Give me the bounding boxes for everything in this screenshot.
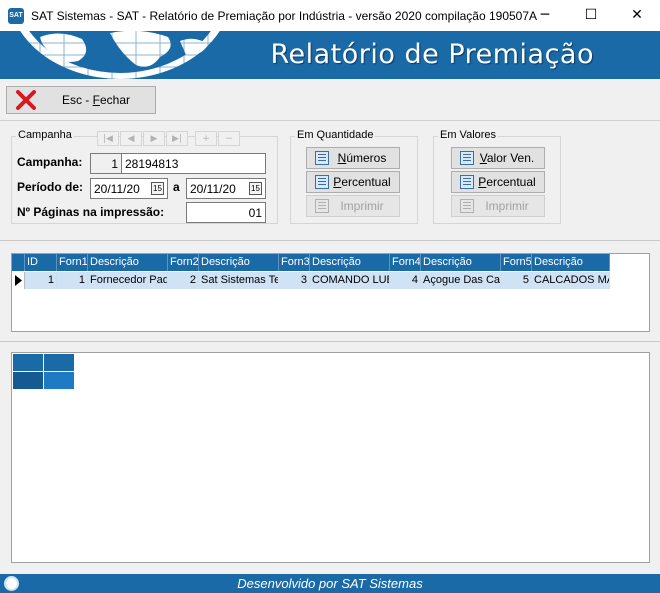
status-footer: Desenvolvido por SAT Sistemas: [0, 574, 660, 593]
valores-group-title: Em Valores: [438, 129, 499, 141]
grid-tile: [44, 354, 74, 371]
minimize-button[interactable]: ─: [522, 0, 568, 30]
date-to-field[interactable]: 20/11/20 15: [186, 178, 266, 199]
window-title: SAT Sistemas - SAT - Relatório de Premia…: [31, 8, 538, 23]
column-header[interactable]: Descrição: [421, 254, 501, 271]
table-cell[interactable]: 2: [168, 272, 199, 289]
column-header[interactable]: Forn3: [279, 254, 310, 271]
grid-header-indicator: [12, 254, 25, 271]
column-header[interactable]: Forn5: [501, 254, 532, 271]
header-banner: Relatório de Premiação: [0, 31, 660, 79]
table-cell[interactable]: Açogue Das Ca: [421, 272, 501, 289]
calendar-icon[interactable]: 15: [249, 182, 262, 195]
table-cell[interactable]: 4: [390, 272, 421, 289]
app-icon: SAT: [8, 7, 24, 24]
premiacao-grid[interactable]: ID Forn1 Descrição Forn2 Descrição Forn3…: [11, 253, 650, 332]
last-record-button[interactable]: ▶|: [166, 131, 188, 146]
prev-record-button[interactable]: ◀: [120, 131, 142, 146]
column-header[interactable]: Forn2: [168, 254, 199, 271]
toolbar: Esc - Fechar: [0, 79, 660, 121]
esc-close-button[interactable]: Esc - Fechar: [6, 86, 156, 114]
grid-tile: [13, 372, 43, 389]
grid-tile: [13, 354, 43, 371]
column-header[interactable]: Forn4: [390, 254, 421, 271]
column-header[interactable]: Descrição: [88, 254, 168, 271]
footer-text: Desenvolvido por SAT Sistemas: [237, 576, 423, 591]
banner-title: Relatório de Premiação: [270, 39, 594, 70]
numeros-button[interactable]: Números: [306, 147, 400, 169]
column-header[interactable]: Descrição: [532, 254, 610, 271]
quantidade-group-title: Em Quantidade: [295, 129, 376, 141]
periodo-label: Período de:: [17, 180, 84, 194]
percentual-quantidade-button[interactable]: Percentual: [306, 171, 400, 193]
table-cell[interactable]: CALCADOS MA: [532, 272, 610, 289]
imprimir-valores-button[interactable]: Imprimir: [451, 195, 545, 217]
report-icon: [315, 151, 329, 165]
divider: [0, 341, 660, 342]
table-cell[interactable]: 1: [25, 272, 57, 289]
table-cell[interactable]: Fornecedor Pad: [88, 272, 168, 289]
campanha-code-field[interactable]: 28194813: [121, 153, 266, 174]
table-cell[interactable]: 5: [501, 272, 532, 289]
valores-group: Em Valores Valor Ven. Percentual Imprimi…: [433, 129, 561, 224]
next-record-button[interactable]: ▶: [143, 131, 165, 146]
column-header[interactable]: ID: [25, 254, 57, 271]
grid-header: ID Forn1 Descrição Forn2 Descrição Forn3…: [12, 254, 610, 271]
close-icon: [16, 90, 36, 110]
table-cell[interactable]: 1: [57, 272, 88, 289]
printer-icon: [315, 199, 329, 213]
percentual-valores-button[interactable]: Percentual: [451, 171, 545, 193]
title-bar[interactable]: SAT SAT Sistemas - SAT - Relatório de Pr…: [0, 0, 660, 31]
valor-ven-button[interactable]: Valor Ven.: [451, 147, 545, 169]
report-icon: [460, 175, 474, 189]
first-record-button[interactable]: |◀: [97, 131, 119, 146]
table-cell[interactable]: 3: [279, 272, 310, 289]
globe-logo: [0, 31, 240, 79]
printer-icon: [460, 199, 474, 213]
table-cell[interactable]: COMANDO LUB: [310, 272, 390, 289]
paginas-label: Nº Páginas na impressão:: [17, 205, 165, 219]
divider: [0, 240, 660, 241]
paginas-field[interactable]: 01: [186, 202, 266, 223]
date-separator: a: [173, 180, 180, 194]
report-icon: [315, 175, 329, 189]
column-header[interactable]: Forn1: [57, 254, 88, 271]
campanha-number-field[interactable]: 1: [90, 153, 122, 174]
close-window-button[interactable]: ✕: [614, 0, 660, 30]
column-header[interactable]: Descrição: [199, 254, 279, 271]
maximize-button[interactable]: ☐: [568, 0, 614, 30]
imprimir-quantidade-button[interactable]: Imprimir: [306, 195, 400, 217]
column-header[interactable]: Descrição: [310, 254, 390, 271]
calendar-icon[interactable]: 15: [151, 182, 164, 195]
table-cell[interactable]: Sat Sistemas Te: [199, 272, 279, 289]
campanha-group-title: Campanha: [16, 129, 74, 141]
report-panel[interactable]: [11, 352, 650, 563]
campanha-label: Campanha:: [17, 155, 83, 169]
delete-record-button[interactable]: −: [218, 131, 240, 146]
grid-tile: [44, 372, 74, 389]
report-icon: [460, 151, 474, 165]
quantidade-group: Em Quantidade Números Percentual Imprimi…: [290, 129, 418, 224]
add-record-button[interactable]: +: [195, 131, 217, 146]
row-indicator-icon: [12, 272, 25, 289]
close-button-label: Esc - Fechar: [61, 93, 131, 107]
campanha-group: Campanha |◀ ◀ ▶ ▶| + − Campanha: 1 28194…: [11, 129, 278, 224]
table-row[interactable]: 1 1 Fornecedor Pad 2 Sat Sistemas Te 3 C…: [12, 272, 610, 289]
date-from-field[interactable]: 20/11/20 15: [90, 178, 168, 199]
